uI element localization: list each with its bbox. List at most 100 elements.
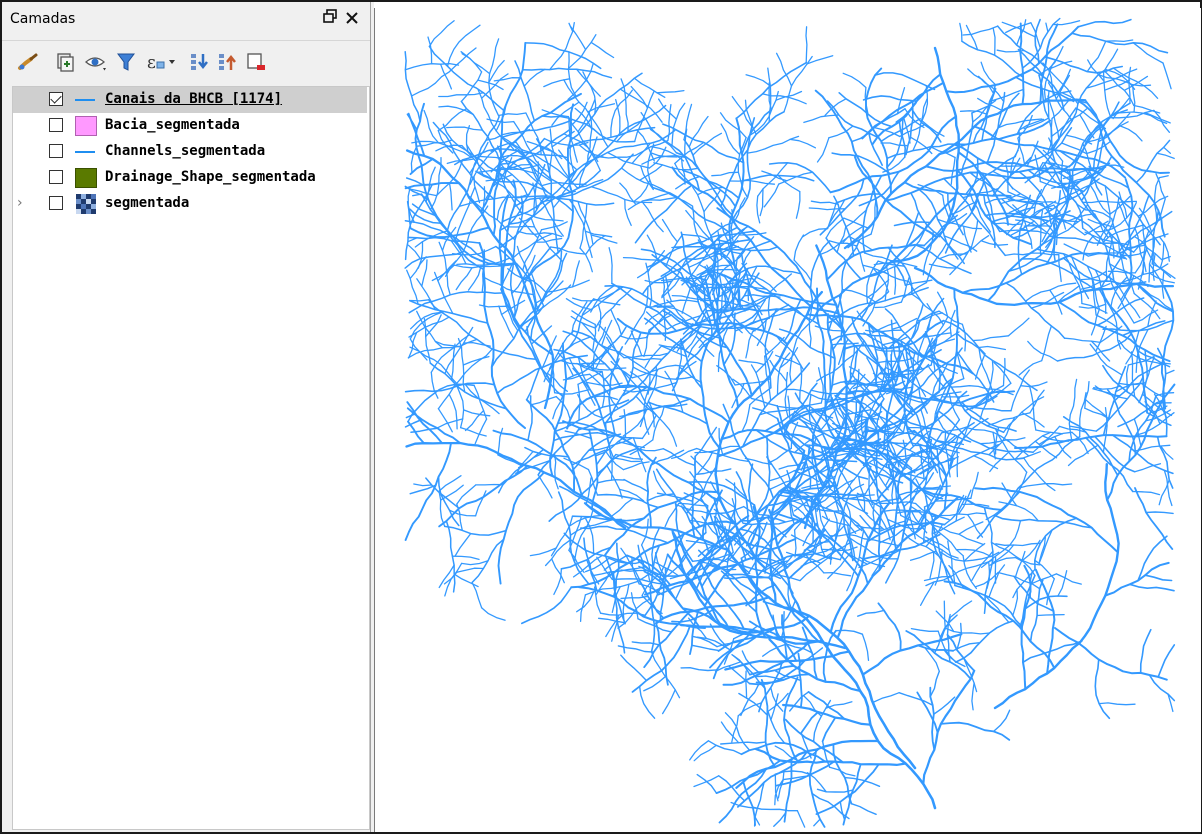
stream-segment <box>525 398 576 493</box>
collapse-all-icon <box>219 54 236 70</box>
stream-segment <box>1134 230 1150 274</box>
stream-segment <box>493 77 522 82</box>
stream-segment <box>1062 415 1119 477</box>
layer-row-bacia[interactable]: Bacia_segmentada <box>13 113 367 139</box>
panel-title: Camadas <box>10 11 76 27</box>
layer-checkbox[interactable] <box>49 92 63 106</box>
stream-segment <box>763 183 780 208</box>
stream-segment <box>622 583 630 621</box>
stream-segment <box>406 401 443 445</box>
stream-segment <box>644 345 663 368</box>
stream-segment <box>972 335 1010 342</box>
stream-segment <box>1007 317 1030 337</box>
stream-segment <box>606 151 651 169</box>
stream-segment <box>1081 200 1138 204</box>
stream-segment <box>596 479 625 484</box>
stream-segment <box>861 633 963 676</box>
stream-segment <box>764 336 785 357</box>
collapse-all-button[interactable] <box>216 50 240 74</box>
layer-checkbox[interactable] <box>49 196 63 210</box>
float-panel-button[interactable] <box>320 9 340 29</box>
layer-row-channels[interactable]: Channels_segmentada <box>13 139 367 165</box>
stream-segment <box>1005 22 1032 34</box>
stream-segment <box>971 682 975 711</box>
stream-segment <box>1086 40 1107 73</box>
stream-segment <box>799 364 803 402</box>
stream-segment <box>1119 125 1143 142</box>
filter-legend-button[interactable] <box>114 50 138 74</box>
stream-segment <box>593 298 621 306</box>
stream-segment <box>1068 378 1078 442</box>
stream-segment <box>631 641 660 646</box>
stream-segment <box>1018 360 1043 376</box>
stream-segment <box>1020 381 1048 388</box>
stream-segment <box>861 633 870 662</box>
stream-segment <box>1156 435 1174 489</box>
stream-segment <box>437 408 453 433</box>
style-manager-button[interactable] <box>16 50 40 74</box>
layers-panel: Camadas ε Canais da BHCB [1174] Bacia_se… <box>2 2 371 832</box>
stream-segment <box>793 234 805 261</box>
stream-segment <box>833 195 855 257</box>
stream-segment <box>839 801 846 820</box>
stream-segment <box>577 200 594 245</box>
stream-segment <box>588 428 599 511</box>
layer-row-canais[interactable]: Canais da BHCB [1174] <box>13 87 367 113</box>
stream-segment <box>731 95 753 128</box>
expand-arrow-icon[interactable]: › <box>17 195 31 211</box>
stream-segment <box>541 109 569 118</box>
stream-segment <box>641 201 664 233</box>
stream-segment <box>569 72 643 141</box>
stream-segment <box>745 331 754 359</box>
stream-segment <box>902 116 911 144</box>
filter-icon <box>117 53 135 71</box>
stream-segment <box>601 370 605 408</box>
layer-row-segmentada[interactable]: › segmentada <box>13 191 367 217</box>
add-group-button[interactable] <box>52 50 76 74</box>
stream-segment <box>952 642 980 652</box>
stream-segment <box>492 41 527 237</box>
layer-checkbox[interactable] <box>49 144 63 158</box>
stream-segment <box>1133 418 1142 446</box>
stream-segment <box>619 182 637 206</box>
stream-segment <box>586 559 600 585</box>
stream-segment <box>463 341 491 347</box>
stream-segment <box>1144 574 1173 582</box>
stream-segment <box>438 92 485 98</box>
map-canvas[interactable] <box>374 8 1201 832</box>
stream-segment <box>929 670 940 698</box>
stream-segment <box>806 55 834 65</box>
stream-segment <box>741 108 773 155</box>
stream-segment <box>464 383 500 415</box>
stream-segment <box>950 385 1014 396</box>
stream-segment <box>577 362 606 365</box>
stream-segment <box>921 120 945 137</box>
stream-segment <box>427 36 433 65</box>
stream-segment <box>524 42 602 70</box>
layer-tree: Canais da BHCB [1174] Bacia_segmentada C… <box>12 86 370 830</box>
stream-segment <box>1020 564 1032 691</box>
layer-checkbox[interactable] <box>49 118 63 132</box>
stream-segment <box>590 186 653 204</box>
stream-segment <box>1157 644 1176 678</box>
stream-segment <box>643 675 667 692</box>
remove-layer-button[interactable] <box>244 50 268 74</box>
expand-all-button[interactable] <box>188 50 212 74</box>
eye-icon <box>85 57 106 71</box>
line-symbol-icon <box>75 99 95 101</box>
stream-segment <box>631 624 692 693</box>
stream-segment <box>459 426 487 437</box>
stream-segment <box>462 355 490 366</box>
stream-segment <box>1022 640 1083 664</box>
layer-row-drainage[interactable]: Drainage_Shape_segmentada <box>13 165 367 191</box>
layer-checkbox[interactable] <box>49 170 63 184</box>
stream-segment <box>1133 235 1163 261</box>
filter-expression-button[interactable]: ε <box>144 50 180 74</box>
qgis-window: Camadas ε Canais da BHCB [1174] Bacia_se… <box>0 0 1202 834</box>
close-panel-button[interactable] <box>342 9 362 29</box>
stream-segment <box>814 89 879 218</box>
stream-segment <box>1124 178 1134 287</box>
stream-segment <box>474 418 488 445</box>
manage-visibility-button[interactable] <box>84 50 108 74</box>
stream-segment <box>1145 511 1174 515</box>
